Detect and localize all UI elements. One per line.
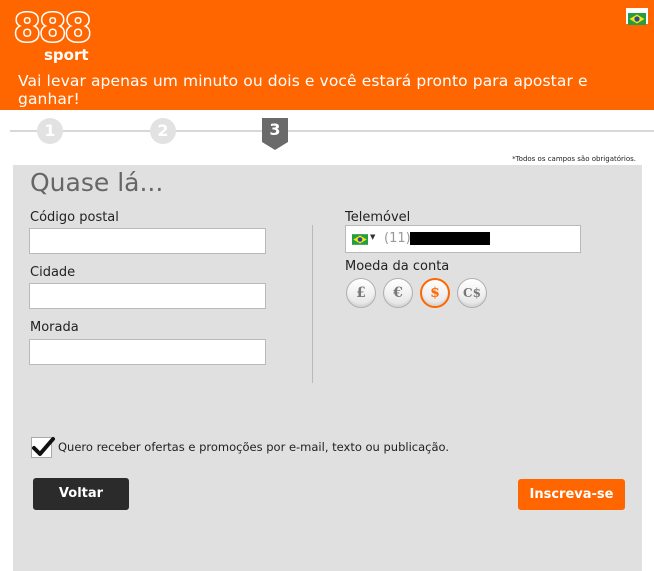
brazil-flag-icon[interactable] bbox=[352, 234, 368, 245]
offers-checkbox[interactable] bbox=[31, 437, 55, 458]
registration-form-panel: Quase lá... Código postal Cidade Morada … bbox=[13, 165, 642, 571]
header-banner: 888 sport Vai levar apenas um minuto ou … bbox=[0, 0, 654, 110]
step-current-pointer bbox=[262, 142, 288, 150]
postal-code-input[interactable] bbox=[29, 228, 266, 254]
currency-label: Moeda da conta bbox=[345, 259, 450, 274]
logo-sub: sport bbox=[44, 46, 89, 64]
phone-label: Telemóvel bbox=[345, 210, 411, 225]
phone-area-code: (11) bbox=[384, 231, 411, 246]
currency-eur-button[interactable]: € bbox=[383, 278, 413, 308]
address-label: Morada bbox=[30, 320, 79, 335]
country-dropdown-caret-icon[interactable]: ▼ bbox=[370, 233, 375, 241]
phone-number-redacted bbox=[410, 232, 490, 245]
step-3-current: 3 bbox=[262, 118, 288, 142]
888sport-logo[interactable]: 888 sport bbox=[12, 5, 94, 66]
back-button[interactable]: Voltar bbox=[33, 478, 129, 510]
currency-gbp-button[interactable]: £ bbox=[346, 278, 376, 308]
steps-progress-line bbox=[10, 130, 654, 132]
checkmark-icon bbox=[32, 437, 55, 456]
step-2: 2 bbox=[150, 118, 176, 144]
city-label: Cidade bbox=[30, 265, 76, 280]
column-divider bbox=[312, 225, 313, 383]
header-tagline: Vai levar apenas um minuto ou dois e voc… bbox=[18, 72, 588, 108]
currency-usd-button[interactable]: $ bbox=[420, 278, 450, 308]
currency-cad-button[interactable]: C$ bbox=[457, 278, 487, 308]
logo-number: 888 bbox=[12, 5, 92, 52]
language-flag-button[interactable] bbox=[626, 8, 648, 25]
required-fields-note: *Todos os campos são obrigatórios. bbox=[512, 155, 636, 163]
address-input[interactable] bbox=[29, 339, 266, 365]
postal-code-label: Código postal bbox=[30, 210, 119, 225]
brazil-flag-icon bbox=[628, 13, 646, 25]
phone-field[interactable]: ▼ (11) bbox=[345, 225, 581, 253]
offers-checkbox-label: Quero receber ofertas e promoções por e-… bbox=[58, 440, 450, 454]
step-1: 1 bbox=[37, 118, 63, 144]
signup-button[interactable]: Inscreva-se bbox=[518, 479, 625, 510]
form-title: Quase lá... bbox=[30, 168, 164, 197]
city-input[interactable] bbox=[29, 283, 266, 309]
